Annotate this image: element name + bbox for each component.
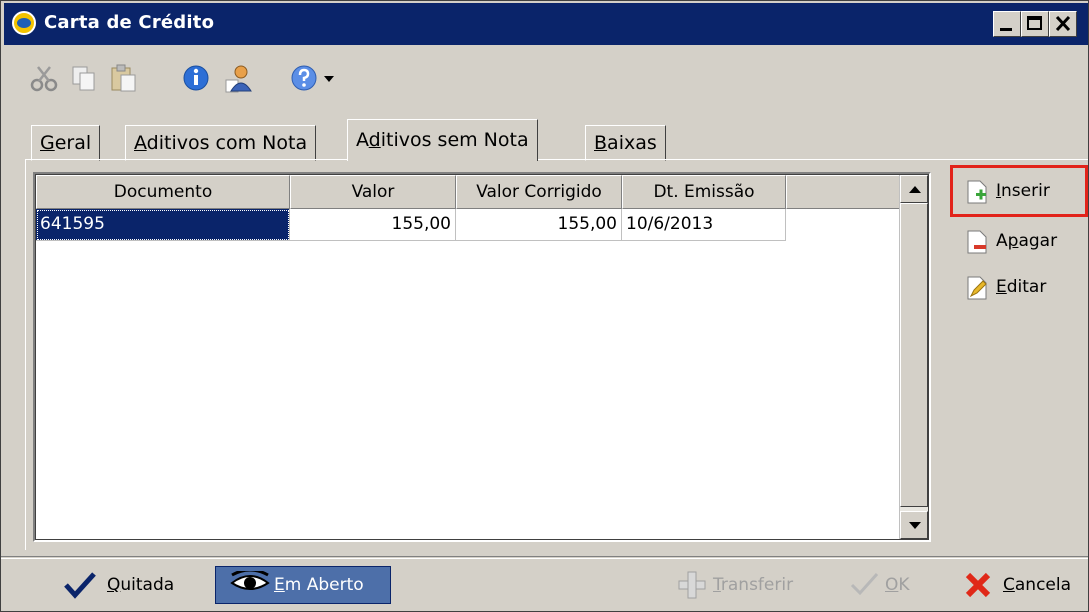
minimize-icon: [1000, 28, 1012, 31]
paste-button[interactable]: [109, 63, 139, 93]
credit-letter-window: Carta de Crédito Geral Aditivos com Nota…: [0, 0, 1089, 612]
checkmark-icon: [64, 572, 96, 599]
data-grid[interactable]: Documento Valor Valor Corrigido Dt. Emis…: [33, 172, 931, 542]
eye-icon: [230, 571, 270, 590]
close-button[interactable]: [1049, 11, 1077, 37]
quitada-label: Quitada: [107, 575, 175, 595]
window-title: Carta de Crédito: [44, 12, 215, 33]
user-icon: [225, 65, 252, 93]
table-cell-valor[interactable]: 155,00: [290, 209, 456, 241]
tab-label: aixas: [607, 132, 657, 154]
info-button[interactable]: [181, 63, 211, 93]
em-aberto-button[interactable]: Em Aberto: [215, 566, 391, 604]
quitada-button[interactable]: Quitada: [63, 565, 193, 605]
edit-button[interactable]: Editar: [956, 267, 1086, 307]
table-cell-documento[interactable]: 641595: [36, 209, 290, 241]
scroll-down-button[interactable]: [900, 511, 928, 539]
tab-mnemonic: d: [368, 129, 381, 151]
table-cell-valor-corrigido[interactable]: 155,00: [456, 209, 622, 241]
title-bar[interactable]: Carta de Crédito: [4, 3, 1088, 45]
transferir-button[interactable]: Transferir: [677, 565, 827, 605]
column-header-valor-corrigido[interactable]: Valor Corrigido: [456, 175, 622, 209]
table-cell-dt-emissao[interactable]: 10/6/2013: [622, 209, 786, 241]
help-icon: [291, 65, 317, 91]
delete-button[interactable]: Apagar: [956, 221, 1086, 261]
edit-label: Editar: [996, 277, 1047, 297]
scissors-icon: [30, 66, 58, 92]
tab-baixas[interactable]: Baixas: [585, 125, 666, 161]
cut-button[interactable]: [29, 63, 59, 93]
column-header-documento[interactable]: Documento: [36, 175, 290, 209]
close-icon: [1055, 15, 1071, 32]
ok-label: OK: [885, 575, 910, 595]
ok-button[interactable]: OK: [849, 565, 939, 605]
tab-mnemonic: B: [594, 132, 608, 154]
grid-body: Documento Valor Valor Corrigido Dt. Emis…: [35, 174, 929, 540]
column-header-filler: [786, 175, 906, 209]
tab-aditivos-com-nota[interactable]: Aditivos com Nota: [125, 125, 317, 161]
edit-document-icon: [967, 276, 987, 300]
app-icon: [12, 11, 36, 35]
transferir-label: Transferir: [713, 575, 794, 595]
tab-geral[interactable]: Geral: [31, 125, 101, 161]
tab-label: itivos sem Nota: [380, 129, 529, 151]
arrow-up-icon: [909, 186, 921, 193]
cancela-button[interactable]: Cancela: [963, 565, 1088, 605]
user-button[interactable]: [223, 63, 253, 93]
tab-strip: Geral Aditivos com Nota Aditivos sem Not…: [27, 119, 727, 161]
tab-mnemonic: G: [40, 132, 55, 154]
tab-label: A: [356, 129, 369, 151]
plus-icon: [678, 571, 706, 599]
tab-label: eral: [54, 132, 92, 154]
info-icon: [183, 65, 209, 91]
close-x-icon: [965, 572, 991, 598]
help-button[interactable]: [289, 63, 319, 93]
scroll-up-button[interactable]: [900, 175, 928, 203]
copy-button[interactable]: [69, 63, 99, 93]
paste-icon: [111, 64, 136, 92]
cancela-label: Cancela: [1003, 575, 1072, 595]
vertical-scrollbar[interactable]: [899, 175, 928, 539]
highlight-box: [950, 165, 1088, 217]
em-aberto-label: Em Aberto: [274, 575, 364, 595]
copy-icon: [72, 66, 95, 91]
status-bar: Quitada Em Aberto Transferir OK Cancela: [1, 556, 1088, 611]
maximize-icon: [1027, 16, 1042, 30]
tab-aditivos-sem-nota[interactable]: Aditivos sem Nota: [347, 119, 538, 161]
minimize-button[interactable]: [993, 11, 1021, 37]
dropdown-arrow-icon: [324, 76, 334, 82]
delete-label: Apagar: [996, 231, 1058, 251]
scroll-thumb[interactable]: [900, 203, 928, 507]
column-header-valor[interactable]: Valor: [290, 175, 456, 209]
tab-mnemonic: A: [134, 132, 147, 154]
toolbar: [1, 47, 1088, 103]
tab-label: ditivos com Nota: [146, 132, 308, 154]
column-header-dt-emissao[interactable]: Dt. Emissão: [622, 175, 786, 209]
delete-document-icon: [967, 230, 987, 254]
checkmark-icon: [850, 572, 879, 596]
help-dropdown[interactable]: [321, 63, 337, 93]
maximize-button[interactable]: [1021, 11, 1049, 37]
arrow-down-icon: [909, 522, 921, 529]
